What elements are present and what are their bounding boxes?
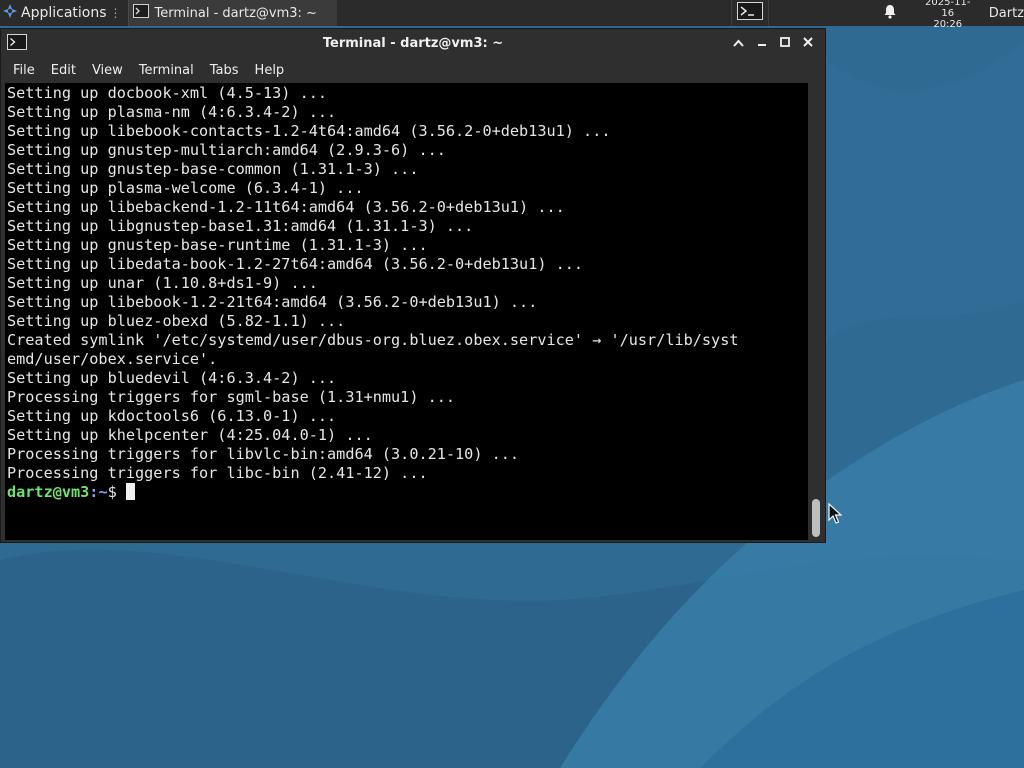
- window-shade-button[interactable]: [727, 33, 750, 55]
- terminal-scrollbar[interactable]: [809, 83, 825, 540]
- terminal-window: Terminal - dartz@vm3: ~ File Edit View T…: [0, 28, 826, 543]
- terminal-line: Setting up libgnustep-base1.31:amd64 (1.…: [7, 217, 474, 235]
- applications-separator: ⋮: [109, 6, 122, 20]
- text-cursor: [125, 483, 135, 500]
- terminal-line: Setting up gnustep-base-common (1.31.1-3…: [7, 160, 419, 178]
- applications-menu-button[interactable]: Applications ⋮: [0, 0, 124, 26]
- terminal-line: Processing triggers for libc-bin (2.41-1…: [7, 464, 428, 482]
- taskbar-terminal-button[interactable]: Terminal - dartz@vm3: ~: [127, 0, 337, 26]
- window-titlebar[interactable]: Terminal - dartz@vm3: ~: [1, 29, 825, 58]
- menu-file[interactable]: File: [5, 63, 43, 78]
- terminal-line: Processing triggers for libvlc-bin:amd64…: [7, 445, 520, 463]
- top-panel: Applications ⋮ Terminal - dartz@vm3: ~ 2…: [0, 0, 1024, 30]
- terminal-text: Setting up docbook-xml (4.5-13) ... Sett…: [5, 83, 808, 502]
- user-menu[interactable]: Dartz: [989, 6, 1024, 21]
- bell-icon: [883, 4, 897, 23]
- menu-edit[interactable]: Edit: [43, 63, 84, 78]
- terminal-line: Processing triggers for sgml-base (1.31+…: [7, 388, 456, 406]
- window-maximize-button[interactable]: [773, 33, 796, 55]
- terminal-line: Setting up docbook-xml (4.5-13) ...: [7, 84, 328, 102]
- taskbar-terminal-label: Terminal - dartz@vm3: ~: [154, 5, 317, 21]
- clock-time: 20:26: [933, 18, 963, 30]
- terminal-line: Setting up libebackend-1.2-11t64:amd64 (…: [7, 198, 565, 216]
- menu-tabs[interactable]: Tabs: [202, 63, 247, 78]
- terminal-line: Setting up gnustep-base-runtime (1.31.1-…: [7, 236, 428, 254]
- terminal-launcher-button[interactable]: [730, 0, 769, 26]
- terminal-output[interactable]: Setting up docbook-xml (4.5-13) ... Sett…: [5, 83, 808, 540]
- menu-view[interactable]: View: [84, 63, 131, 78]
- terminal-line: Setting up khelpcenter (4:25.04.0-1) ...: [7, 426, 373, 444]
- chevron-up-icon: [733, 36, 744, 51]
- terminal-icon: [132, 4, 149, 22]
- notifications-button[interactable]: [873, 0, 907, 26]
- clock[interactable]: 2025-11-16 20:26: [919, 0, 977, 30]
- terminal-line: Setting up unar (1.10.8+ds1-9) ...: [7, 274, 318, 292]
- window-minimize-button[interactable]: [750, 33, 773, 55]
- xfce-logo-icon: [2, 3, 18, 23]
- menu-terminal[interactable]: Terminal: [131, 63, 202, 78]
- clock-date: 2025-11-16: [925, 0, 971, 19]
- maximize-icon: [779, 36, 790, 51]
- close-icon: [802, 36, 813, 51]
- window-close-button[interactable]: [796, 33, 819, 55]
- scrollbar-thumb[interactable]: [812, 499, 820, 537]
- terminal-line: Setting up plasma-nm (4:6.3.4-2) ...: [7, 103, 337, 121]
- minimize-icon: [757, 36, 767, 51]
- window-title: Terminal - dartz@vm3: ~: [322, 36, 504, 51]
- terminal-line: emd/user/obex.service'.: [7, 350, 218, 368]
- terminal-launcher-icon: [736, 2, 763, 24]
- mouse-pointer-icon: [828, 502, 843, 529]
- terminal-line: Created symlink '/etc/systemd/user/dbus-…: [7, 331, 739, 349]
- applications-label: Applications: [21, 5, 107, 21]
- terminal-line: Setting up plasma-welcome (6.3.4-1) ...: [7, 179, 364, 197]
- terminal-line: Setting up libebook-contacts-1.2-4t64:am…: [7, 122, 611, 140]
- prompt-symbol: $: [107, 483, 126, 501]
- terminal-line: Setting up libedata-book-1.2-27t64:amd64…: [7, 255, 584, 273]
- terminal-line: Setting up bluedevil (4:6.3.4-2) ...: [7, 369, 337, 387]
- prompt-path: :~: [89, 483, 108, 501]
- terminal-line: Setting up bluez-obexd (5.82-1.1) ...: [7, 312, 346, 330]
- window-menubar: File Edit View Terminal Tabs Help: [1, 58, 825, 82]
- window-terminal-icon[interactable]: [7, 33, 27, 54]
- terminal-line: Setting up gnustep-multiarch:amd64 (2.9.…: [7, 141, 446, 159]
- prompt-user: dartz@vm3: [7, 483, 90, 501]
- menu-help[interactable]: Help: [247, 63, 293, 78]
- terminal-line: Setting up kdoctools6 (6.13.0-1) ...: [7, 407, 337, 425]
- terminal-line: Setting up libebook-1.2-21t64:amd64 (3.5…: [7, 293, 538, 311]
